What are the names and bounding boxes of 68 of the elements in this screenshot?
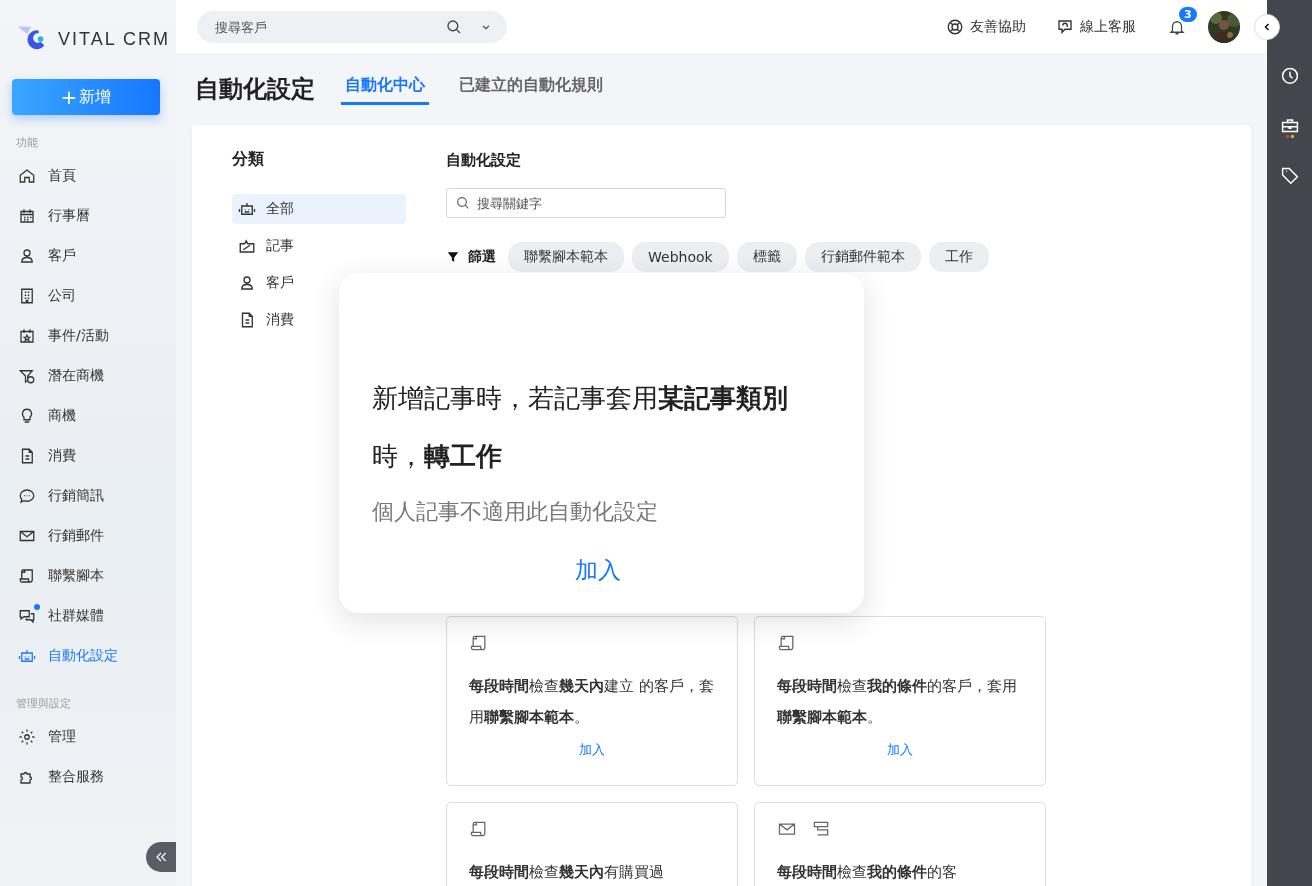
add-link[interactable]: 加入 (887, 741, 913, 759)
section-title: 管理與設定 (15, 696, 72, 712)
settings-icon (18, 728, 36, 746)
person-icon (238, 274, 256, 292)
filter-chip[interactable]: 工作 (928, 242, 989, 272)
nav-item[interactable]: 消費 (0, 436, 176, 476)
rule-description: 每段時間檢查幾天內有購買過 (469, 862, 665, 883)
rule-description: 新增記事時，若記事套用某記事類別時，轉工作 (372, 382, 789, 473)
nav-item[interactable]: 商機 (0, 396, 176, 436)
nav-item[interactable]: 管理 (0, 717, 176, 757)
robot-icon (18, 647, 36, 665)
section-title: 分類 (232, 149, 265, 170)
nav-item[interactable]: 社群媒體 (0, 596, 176, 636)
calendar-icon (18, 207, 36, 225)
search-icon[interactable] (445, 18, 463, 36)
nav-item[interactable]: 行事曆 (0, 196, 176, 236)
lifebuoy-icon (946, 18, 964, 36)
rule-description: 每段時間檢查我的條件的客戶，套用聯繫腳本範本。 (777, 676, 1018, 728)
rule-description: 每段時間檢查我的條件的客 (777, 862, 958, 883)
nav-item[interactable]: 整合服務 (0, 757, 176, 797)
nav-item[interactable]: 行銷郵件 (0, 516, 176, 556)
page-title: 自動化設定 (195, 74, 315, 105)
section-title: 自動化設定 (446, 151, 522, 170)
section-title: 功能 (15, 135, 39, 151)
robot-icon (238, 200, 256, 218)
filter-chip[interactable]: 標籤 (736, 242, 797, 272)
category-item[interactable]: 客戶 (232, 268, 406, 298)
funnel-coin-icon (18, 367, 36, 385)
brand-name: VITAL CRM (58, 28, 170, 50)
add-link[interactable]: 加入 (579, 741, 605, 759)
nav-item[interactable]: 公司 (0, 276, 176, 316)
calendar-star-icon (18, 327, 36, 345)
chat-bubbles-icon (18, 607, 36, 625)
header-link[interactable]: 友善協助 (946, 18, 1026, 36)
filter-icon (446, 250, 460, 264)
nav-item[interactable]: 事件/活動 (0, 316, 176, 356)
nav-item[interactable]: 自動化設定 (0, 636, 176, 676)
filter-label: 篩選 (468, 248, 496, 266)
home-icon (18, 167, 36, 185)
scroll-icon (18, 567, 36, 585)
filter-chip[interactable]: Webhook (632, 242, 729, 272)
category-item[interactable]: 記事 (232, 231, 406, 261)
tab[interactable]: 自動化中心 (341, 75, 429, 105)
panel-toggle-button[interactable] (1254, 14, 1280, 40)
nav-item[interactable]: 聯繫腳本 (0, 556, 176, 596)
rule-description: 每段時間檢查幾天內建立 的客戶，套用聯繫腳本範本。 (469, 676, 715, 728)
person-icon (18, 247, 36, 265)
nav-item[interactable]: 首頁 (0, 156, 176, 196)
nav-item[interactable]: 客戶 (0, 236, 176, 276)
category-item[interactable]: 消費 (232, 305, 406, 335)
add-link[interactable]: 加入 (575, 555, 621, 586)
speech-bubble-icon (18, 487, 36, 505)
collapse-button[interactable] (146, 842, 176, 872)
rule-note: 個人記事不適用此自動化設定 (372, 498, 659, 526)
search-icon (455, 195, 471, 211)
filter-chip[interactable]: 聯繫腳本範本 (508, 242, 624, 272)
keyword-search-field[interactable]: 搜尋關鍵字 (446, 188, 726, 218)
tab[interactable]: 已建立的自動化規則 (455, 75, 607, 105)
filter-chip[interactable]: 行銷郵件範本 (804, 242, 921, 272)
chat-bubble-icon (1056, 18, 1074, 36)
nav-item[interactable]: 潛在商機 (0, 356, 176, 396)
header-link[interactable]: 線上客服 (1056, 18, 1136, 36)
search-field[interactable]: 搜尋客戶 (197, 11, 507, 43)
briefcase-icon[interactable] (1279, 116, 1300, 139)
building-icon (18, 287, 36, 305)
category-item[interactable]: 全部 (232, 194, 406, 224)
notification-count: 3 (1179, 7, 1197, 22)
nav-item[interactable]: 行銷簡訊 (0, 476, 176, 516)
